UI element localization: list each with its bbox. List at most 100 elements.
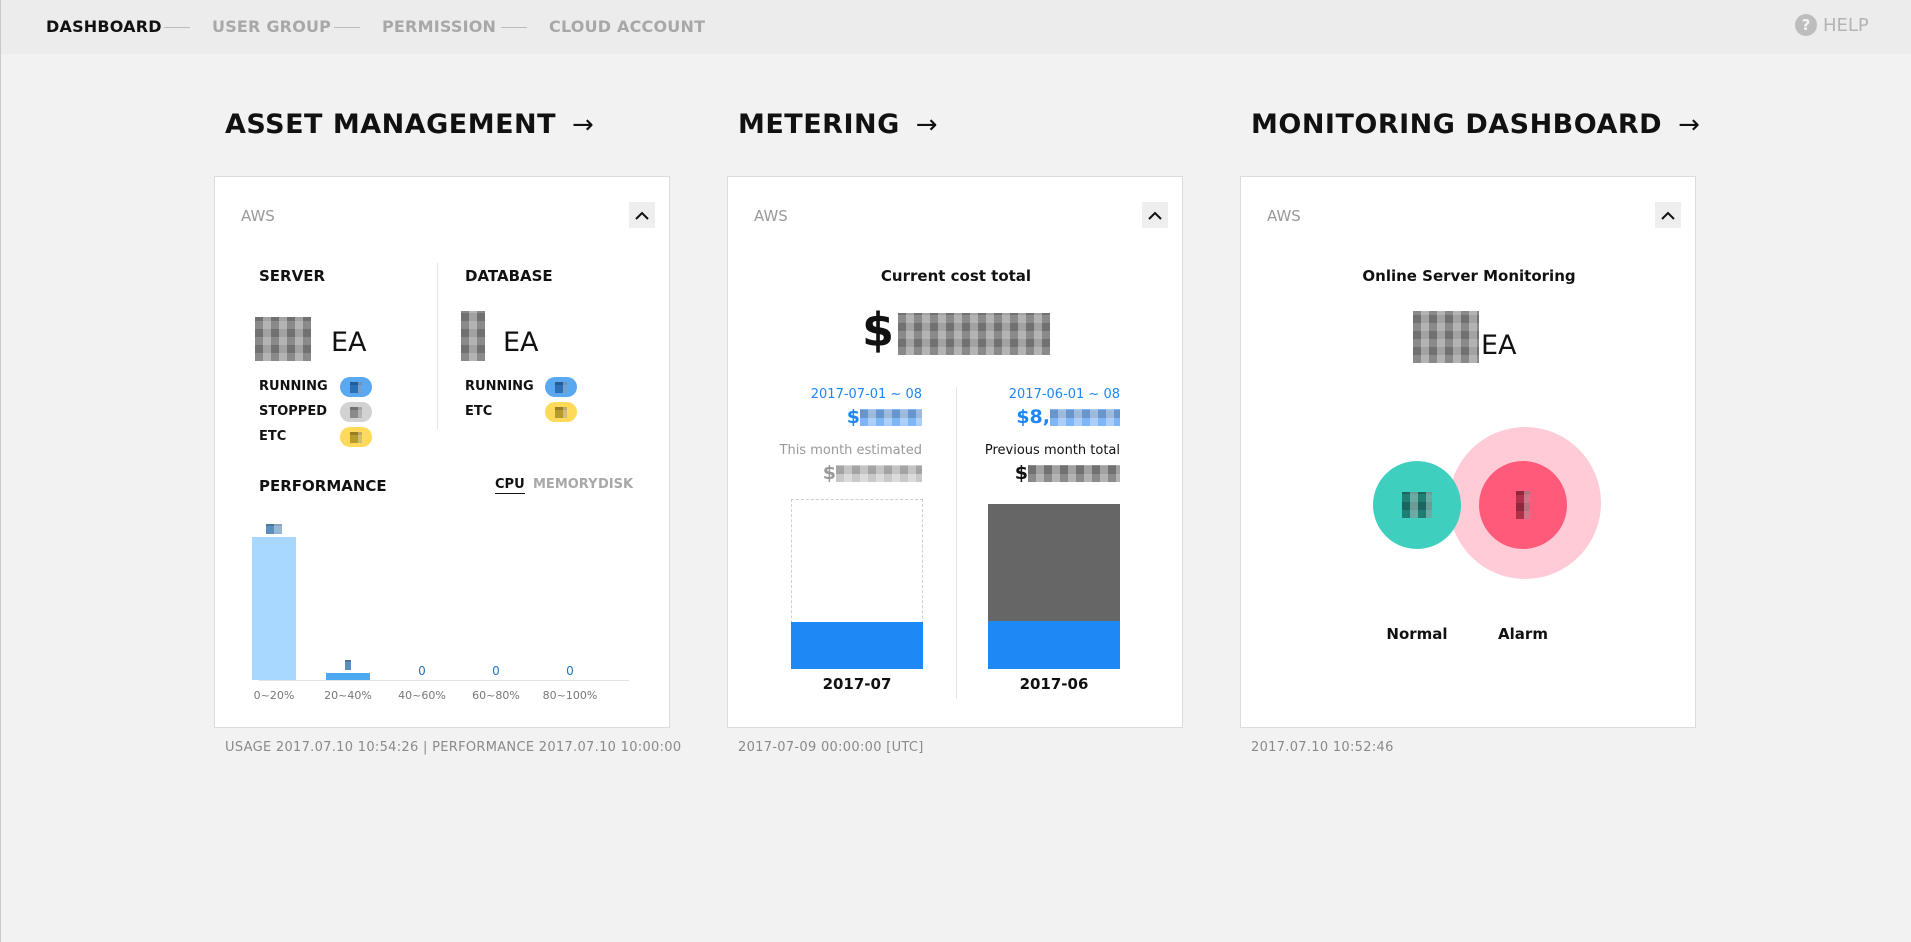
estimate-value: $ — [823, 462, 922, 484]
server-unit: EA — [331, 327, 367, 358]
server-etc-label: ETC — [259, 429, 287, 444]
nav-user-group[interactable]: USER GROUP — [212, 17, 331, 36]
left-amount: $ — [847, 406, 922, 428]
chart-baseline — [259, 680, 629, 681]
monitoring-card: AWS Online Server Monitoring EA Normal A… — [1240, 176, 1696, 728]
help-icon: ? — [1795, 14, 1817, 36]
chevron-up-icon — [635, 211, 649, 220]
database-unit: EA — [503, 327, 539, 358]
chart-category-label: 80~100% — [542, 689, 598, 702]
database-label: DATABASE — [465, 267, 553, 285]
nav-dashboard[interactable]: DASHBOARD — [46, 17, 162, 36]
right-amount-prefix: $ — [1016, 406, 1030, 428]
provider-label: AWS — [754, 207, 788, 225]
previous-label: Previous month total — [984, 443, 1120, 458]
top-navigation: DASHBOARD USER GROUP PERMISSION CLOUD AC… — [1, 0, 1911, 54]
previous-value: $ — [1015, 462, 1120, 484]
nav-permission[interactable]: PERMISSION — [382, 17, 496, 36]
current-cost-title: Current cost total — [880, 267, 1032, 285]
chart-value-label: 0 — [418, 664, 426, 678]
asset-card: AWS SERVER EA RUNNING STOPPED ETC DATABA… — [214, 176, 670, 728]
tab-memory[interactable]: MEMORY — [533, 477, 598, 492]
help-button[interactable]: ? HELP — [1795, 14, 1869, 36]
monitoring-dashboard-title[interactable]: MONITORING DASHBOARD → — [1251, 109, 1700, 140]
server-count-masked — [1413, 311, 1479, 363]
left-period: 2017-07 — [822, 675, 892, 693]
left-date-range: 2017-07-01 ~ 08 — [810, 387, 922, 402]
asset-footer: USAGE 2017.07.10 10:54:26 | PERFORMANCE … — [225, 740, 682, 755]
chart-category-label: 40~60% — [398, 689, 446, 702]
alarm-label: Alarm — [1498, 625, 1548, 643]
previous-masked — [1028, 465, 1120, 482]
normal-count-masked — [1402, 492, 1432, 518]
chevron-up-icon — [1661, 211, 1675, 220]
chart-value-label — [251, 521, 297, 535]
arrow-right-icon: → — [1678, 109, 1701, 140]
nav-cloud-account[interactable]: CLOUD ACCOUNT — [549, 17, 705, 36]
masked-value — [350, 381, 362, 393]
divider — [956, 387, 957, 699]
normal-bubble[interactable] — [1373, 461, 1461, 549]
right-period: 2017-06 — [1019, 675, 1089, 693]
asset-management-title[interactable]: ASSET MANAGEMENT → — [225, 109, 594, 140]
arrow-right-icon: → — [572, 109, 595, 140]
asset-management-label: ASSET MANAGEMENT — [225, 109, 557, 140]
server-running-badge — [340, 377, 372, 397]
chart-bar — [252, 537, 296, 680]
nav-separator — [501, 27, 527, 28]
tab-disk[interactable]: DISK — [598, 477, 633, 492]
collapse-button[interactable] — [1142, 202, 1168, 228]
server-stopped-label: STOPPED — [259, 404, 328, 419]
monitoring-title: Online Server Monitoring — [1362, 267, 1576, 285]
database-running-badge — [545, 377, 577, 397]
chart-value-label: 0 — [492, 664, 500, 678]
chart-category-label: 60~80% — [472, 689, 520, 702]
metering-title[interactable]: METERING → — [738, 109, 938, 140]
server-label: SERVER — [259, 267, 326, 285]
normal-label: Normal — [1386, 625, 1448, 643]
metering-label: METERING — [738, 109, 900, 140]
performance-label: PERFORMANCE — [259, 477, 387, 495]
server-count-masked — [255, 317, 311, 361]
alarm-bubble[interactable] — [1479, 461, 1567, 549]
right-date-range: 2017-06-01 ~ 08 — [1008, 387, 1120, 402]
provider-label: AWS — [241, 207, 275, 225]
chart-value-label — [325, 657, 371, 671]
currency-symbol: $ — [861, 303, 894, 357]
metering-footer: 2017-07-09 00:00:00 [UTC] — [738, 740, 924, 755]
nav-separator — [164, 27, 190, 28]
metering-card: AWS Current cost total $ 2017-07-01 ~ 08… — [727, 176, 1183, 728]
database-running-label: RUNNING — [465, 379, 534, 394]
collapse-button[interactable] — [629, 202, 655, 228]
chart-value-label: 0 — [566, 664, 574, 678]
monitoring-unit: EA — [1481, 330, 1517, 361]
left-amount-masked — [860, 409, 922, 426]
tab-cpu[interactable]: CPU — [495, 477, 525, 494]
collapse-button[interactable] — [1655, 202, 1681, 228]
right-amount: $8, — [1016, 406, 1120, 428]
current-month-bar — [791, 622, 923, 669]
left-amount-prefix: $ — [846, 406, 860, 428]
help-label: HELP — [1823, 14, 1869, 36]
server-etc-badge — [340, 427, 372, 447]
masked-value — [350, 431, 362, 443]
divider — [437, 263, 438, 429]
previous-prefix: $ — [1014, 462, 1028, 484]
chevron-up-icon — [1148, 211, 1162, 220]
estimate-masked — [836, 465, 922, 482]
estimate-prefix: $ — [822, 462, 836, 484]
masked-value — [350, 406, 362, 418]
monitoring-dashboard-label: MONITORING DASHBOARD — [1251, 109, 1663, 140]
arrow-right-icon: → — [915, 109, 939, 140]
alarm-count-masked — [1516, 491, 1530, 519]
estimate-label: This month estimated — [779, 443, 922, 458]
chart-category-label: 0~20% — [253, 689, 295, 702]
provider-label: AWS — [1267, 207, 1301, 225]
nav-separator — [334, 27, 360, 28]
masked-value — [345, 659, 351, 670]
masked-value — [266, 523, 282, 534]
server-running-label: RUNNING — [259, 379, 328, 394]
right-amount-masked — [1050, 409, 1120, 426]
current-cost-masked — [898, 312, 1050, 355]
database-count-masked — [461, 311, 485, 361]
